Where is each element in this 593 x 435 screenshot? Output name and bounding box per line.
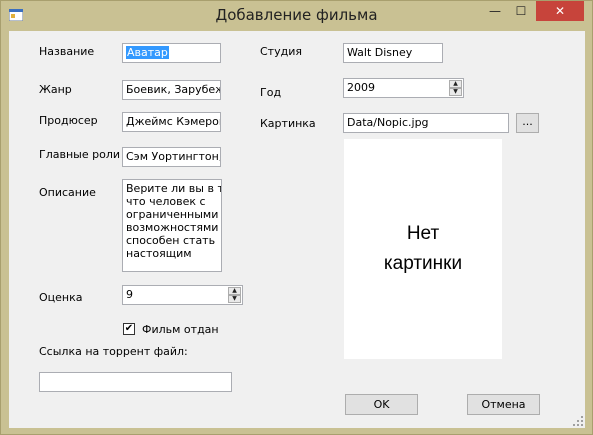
browse-button[interactable]: ... (516, 113, 539, 133)
description-line: ограниченными (126, 208, 219, 221)
description-line: Верите ли вы в то, (126, 182, 221, 195)
maximize-button[interactable]: ☐ (508, 1, 534, 21)
rating-spinner[interactable]: 9 ▲ ▼ (122, 285, 243, 305)
rating-spin-buttons[interactable]: ▲ ▼ (228, 287, 241, 303)
name-input[interactable]: Аватар (122, 43, 221, 63)
roles-label: Главные роли (39, 148, 120, 161)
cancel-button[interactable]: Отмена (467, 394, 540, 415)
year-spinner[interactable]: 2009 ▲ ▼ (343, 78, 464, 98)
studio-label: Студия (260, 45, 302, 58)
name-input-value: Аватар (126, 46, 169, 59)
description-line: возможностями (126, 221, 219, 234)
picture-preview: Нет картинки (344, 139, 502, 359)
producer-label: Продюсер (39, 114, 98, 127)
picture-path-input[interactable]: Data/Nopic.jpg (343, 113, 509, 133)
add-movie-window: Добавление фильма — ☐ ✕ Название Аватар … (0, 0, 593, 435)
no-picture-line: картинки (383, 253, 463, 274)
given-away-label: Фильм отдан (142, 323, 219, 336)
year-spin-buttons[interactable]: ▲ ▼ (449, 80, 462, 96)
year-value: 2009 (347, 81, 375, 94)
picture-label: Картинка (260, 117, 316, 130)
description-line: что человек с (126, 195, 206, 208)
genre-input[interactable]: Боевик, Зарубежные (122, 80, 221, 100)
producer-input[interactable]: Джеймс Кэмерон (122, 112, 221, 132)
torrent-label: Ссылка на торрент файл: (39, 345, 188, 358)
rating-label: Оценка (39, 291, 83, 304)
spin-down-icon[interactable]: ▼ (449, 88, 462, 96)
rating-value: 9 (126, 288, 133, 301)
description-textarea[interactable]: Верите ли вы в то, что человек с огранич… (122, 179, 222, 272)
given-away-checkbox[interactable]: ✔ (123, 323, 135, 335)
no-picture-line: Нет (406, 223, 440, 244)
torrent-input[interactable] (39, 372, 232, 392)
genre-label: Жанр (39, 83, 72, 96)
title-bar[interactable]: Добавление фильма — ☐ ✕ (1, 1, 592, 31)
spin-up-icon[interactable]: ▲ (449, 80, 462, 88)
studio-input[interactable]: Walt Disney (343, 43, 443, 63)
year-label: Год (260, 86, 282, 99)
ok-button[interactable]: OK (345, 394, 418, 415)
spin-up-icon[interactable]: ▲ (228, 287, 241, 295)
spin-down-icon[interactable]: ▼ (228, 295, 241, 303)
minimize-button[interactable]: — (482, 1, 508, 21)
name-label: Название (39, 45, 95, 58)
form-client-area: Название Аватар Жанр Боевик, Зарубежные … (9, 31, 585, 428)
description-label: Описание (39, 186, 96, 199)
resize-grip-icon[interactable] (573, 416, 583, 426)
description-line: настоящим (126, 247, 192, 260)
description-line: способен стать (126, 234, 216, 247)
roles-input[interactable]: Сэм Уортингтон, Зои (122, 147, 221, 167)
close-button[interactable]: ✕ (536, 1, 584, 21)
